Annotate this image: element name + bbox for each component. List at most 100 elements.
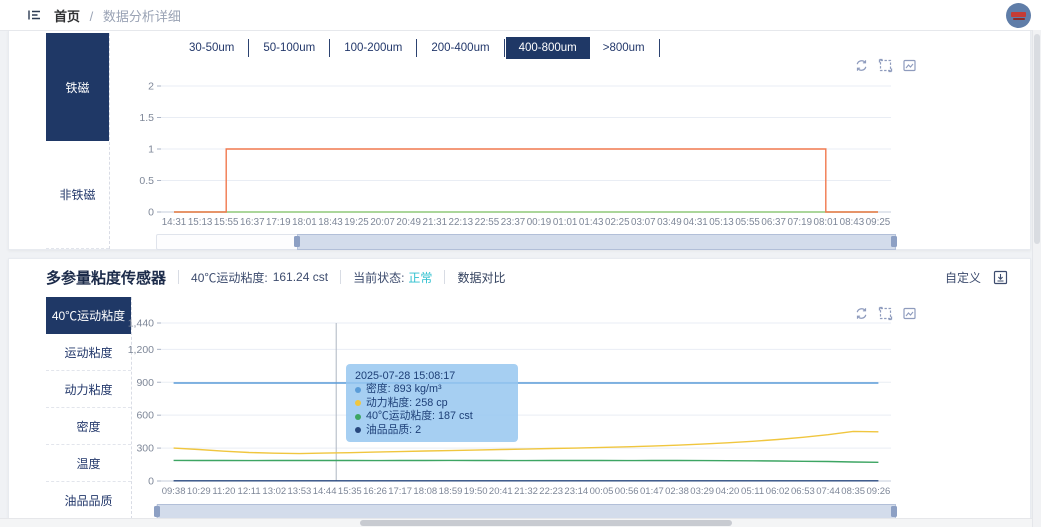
svg-text:900: 900 [136,377,154,389]
vertical-scrollbar[interactable] [1032,30,1041,527]
sidebar-item-铁磁[interactable]: 铁磁 [46,33,109,141]
tab-200-400um[interactable]: 200-400um [418,37,502,59]
tooltip-row: 密度: 893 kg/m³ [355,383,509,397]
svg-text:07:19: 07:19 [788,217,813,228]
sidebar-item-运动粘度[interactable]: 运动粘度 [46,334,131,371]
svg-text:1,200: 1,200 [128,344,154,356]
tab-separator [248,39,250,57]
metric-value: 161.24 cst [272,270,329,284]
svg-text:01:43: 01:43 [579,217,604,228]
svg-text:05:11: 05:11 [741,486,764,497]
particle-chart[interactable]: 00.511.5214:31 15:13 15:55 16:37 17:19 18:01 1… [121,71,1011,233]
svg-text:02:25: 02:25 [605,217,630,228]
svg-text:07:44: 07:44 [816,486,840,497]
svg-text:05:13: 05:13 [709,217,734,228]
svg-text:20:41: 20:41 [489,486,513,497]
data-compare-link[interactable]: 数据对比 [457,269,505,286]
svg-text:18:59: 18:59 [439,486,463,497]
custom-button[interactable]: 自定义 [945,269,981,286]
svg-text:13:53: 13:53 [288,486,312,497]
tab->800um[interactable]: >800um [590,37,658,59]
download-box-icon[interactable] [993,270,1008,285]
tab-30-50um[interactable]: 30-50um [176,37,247,59]
horizontal-scrollbar[interactable] [0,518,1032,527]
svg-text:08:43: 08:43 [840,217,865,228]
svg-text:11:20: 11:20 [212,486,235,497]
p1-datazoom-slider[interactable] [156,234,897,250]
tab-50-100um[interactable]: 50-100um [250,37,328,59]
svg-text:15:55: 15:55 [214,217,239,228]
svg-text:09:25: 09:25 [866,217,891,228]
horizontal-scrollbar-thumb[interactable] [360,520,732,526]
svg-text:06:37: 06:37 [761,217,786,228]
svg-text:18:01: 18:01 [292,217,317,228]
tooltip-row: 40℃运动粘度: 187 cst [355,410,509,424]
tooltip-rows: 密度: 893 kg/m³ 动力粘度: 258 cp 40℃运动粘度: 187 cs… [355,383,509,437]
sidebar-item-非铁磁[interactable]: 非铁磁 [46,141,109,249]
tab-separator [658,39,660,57]
viscosity-chart[interactable]: 0 300 600 900 1,200 1,440 09:38 10:29 11:20 12:11… [121,301,1011,501]
datazoom-left-handle[interactable] [154,506,160,517]
avatar-logo-icon [1011,11,1026,17]
series-dot-icon [355,386,361,393]
svg-text:600: 600 [136,410,154,422]
svg-text:09:26: 09:26 [867,486,891,497]
svg-text:1.5: 1.5 [139,112,154,124]
svg-text:15:35: 15:35 [338,486,362,497]
series-dot-icon [355,427,361,434]
svg-text:02:38: 02:38 [665,486,689,497]
svg-text:04:31: 04:31 [683,217,708,228]
sidebar-item-密度[interactable]: 密度 [46,408,131,445]
status-label: 当前状态: [353,270,405,285]
datazoom-window[interactable] [297,234,896,250]
tooltip-row: 动力粘度: 258 cp [355,397,509,411]
svg-text:08:01: 08:01 [814,217,839,228]
svg-text:17:17: 17:17 [388,486,412,497]
tab-separator [503,39,505,57]
svg-text:00:19: 00:19 [527,217,552,228]
svg-text:22:55: 22:55 [475,217,500,228]
datazoom-left-handle[interactable] [294,236,301,247]
tab-100-200um[interactable]: 100-200um [331,37,415,59]
svg-text:09:38: 09:38 [162,486,186,497]
svg-text:18:43: 18:43 [318,217,343,228]
svg-text:01:47: 01:47 [640,486,664,497]
svg-text:2: 2 [148,81,154,93]
svg-text:19:50: 19:50 [464,486,488,497]
tab-400-800um[interactable]: 400-800um [505,37,590,59]
metric-label: 40℃运动粘度: [191,270,268,285]
svg-text:08:35: 08:35 [841,486,865,497]
svg-text:22:23: 22:23 [539,486,563,497]
svg-text:23:37: 23:37 [501,217,526,228]
datazoom-right-handle[interactable] [891,506,897,517]
svg-text:21:31: 21:31 [423,217,448,228]
p1-tabs: 30-50um 50-100um 100-200um 200-400um 400-800… [176,37,661,59]
viscosity-header: 多参量粘度传感器 40℃运动粘度: 161.24 cst 当前状态: 正常 数据… [46,259,505,295]
particle-sidebar: 铁磁 非铁磁 [46,33,110,249]
tab-separator [416,39,418,57]
svg-text:03:49: 03:49 [657,217,682,228]
menu-fold-icon[interactable] [26,7,42,23]
tooltip-row: 油品品质: 2 [355,424,509,438]
svg-text:0: 0 [148,207,154,219]
svg-text:00:56: 00:56 [615,486,639,497]
sidebar-item-油品品质[interactable]: 油品品质 [46,482,131,519]
datazoom-right-handle[interactable] [891,236,897,247]
vertical-scrollbar-thumb[interactable] [1034,34,1040,244]
breadcrumb-separator: / [89,8,94,24]
breadcrumb-current: 数据分析详细 [102,8,181,24]
svg-text:06:02: 06:02 [766,486,790,497]
svg-text:13:02: 13:02 [262,486,286,497]
sidebar-item-动力粘度[interactable]: 动力粘度 [46,371,131,408]
svg-text:14:44: 14:44 [313,486,337,497]
sidebar-item-40℃运动粘度[interactable]: 40℃运动粘度 [46,297,131,334]
svg-text:04:20: 04:20 [716,486,740,497]
svg-text:06:53: 06:53 [791,486,815,497]
svg-text:0: 0 [148,476,154,488]
status-badge: 正常 [408,270,433,285]
user-avatar[interactable] [1006,3,1031,28]
panel-title: 多参量粘度传感器 [46,269,167,287]
series-dot-icon [355,413,361,420]
sidebar-item-温度[interactable]: 温度 [46,445,131,482]
breadcrumb-root[interactable]: 首页 [54,9,80,24]
